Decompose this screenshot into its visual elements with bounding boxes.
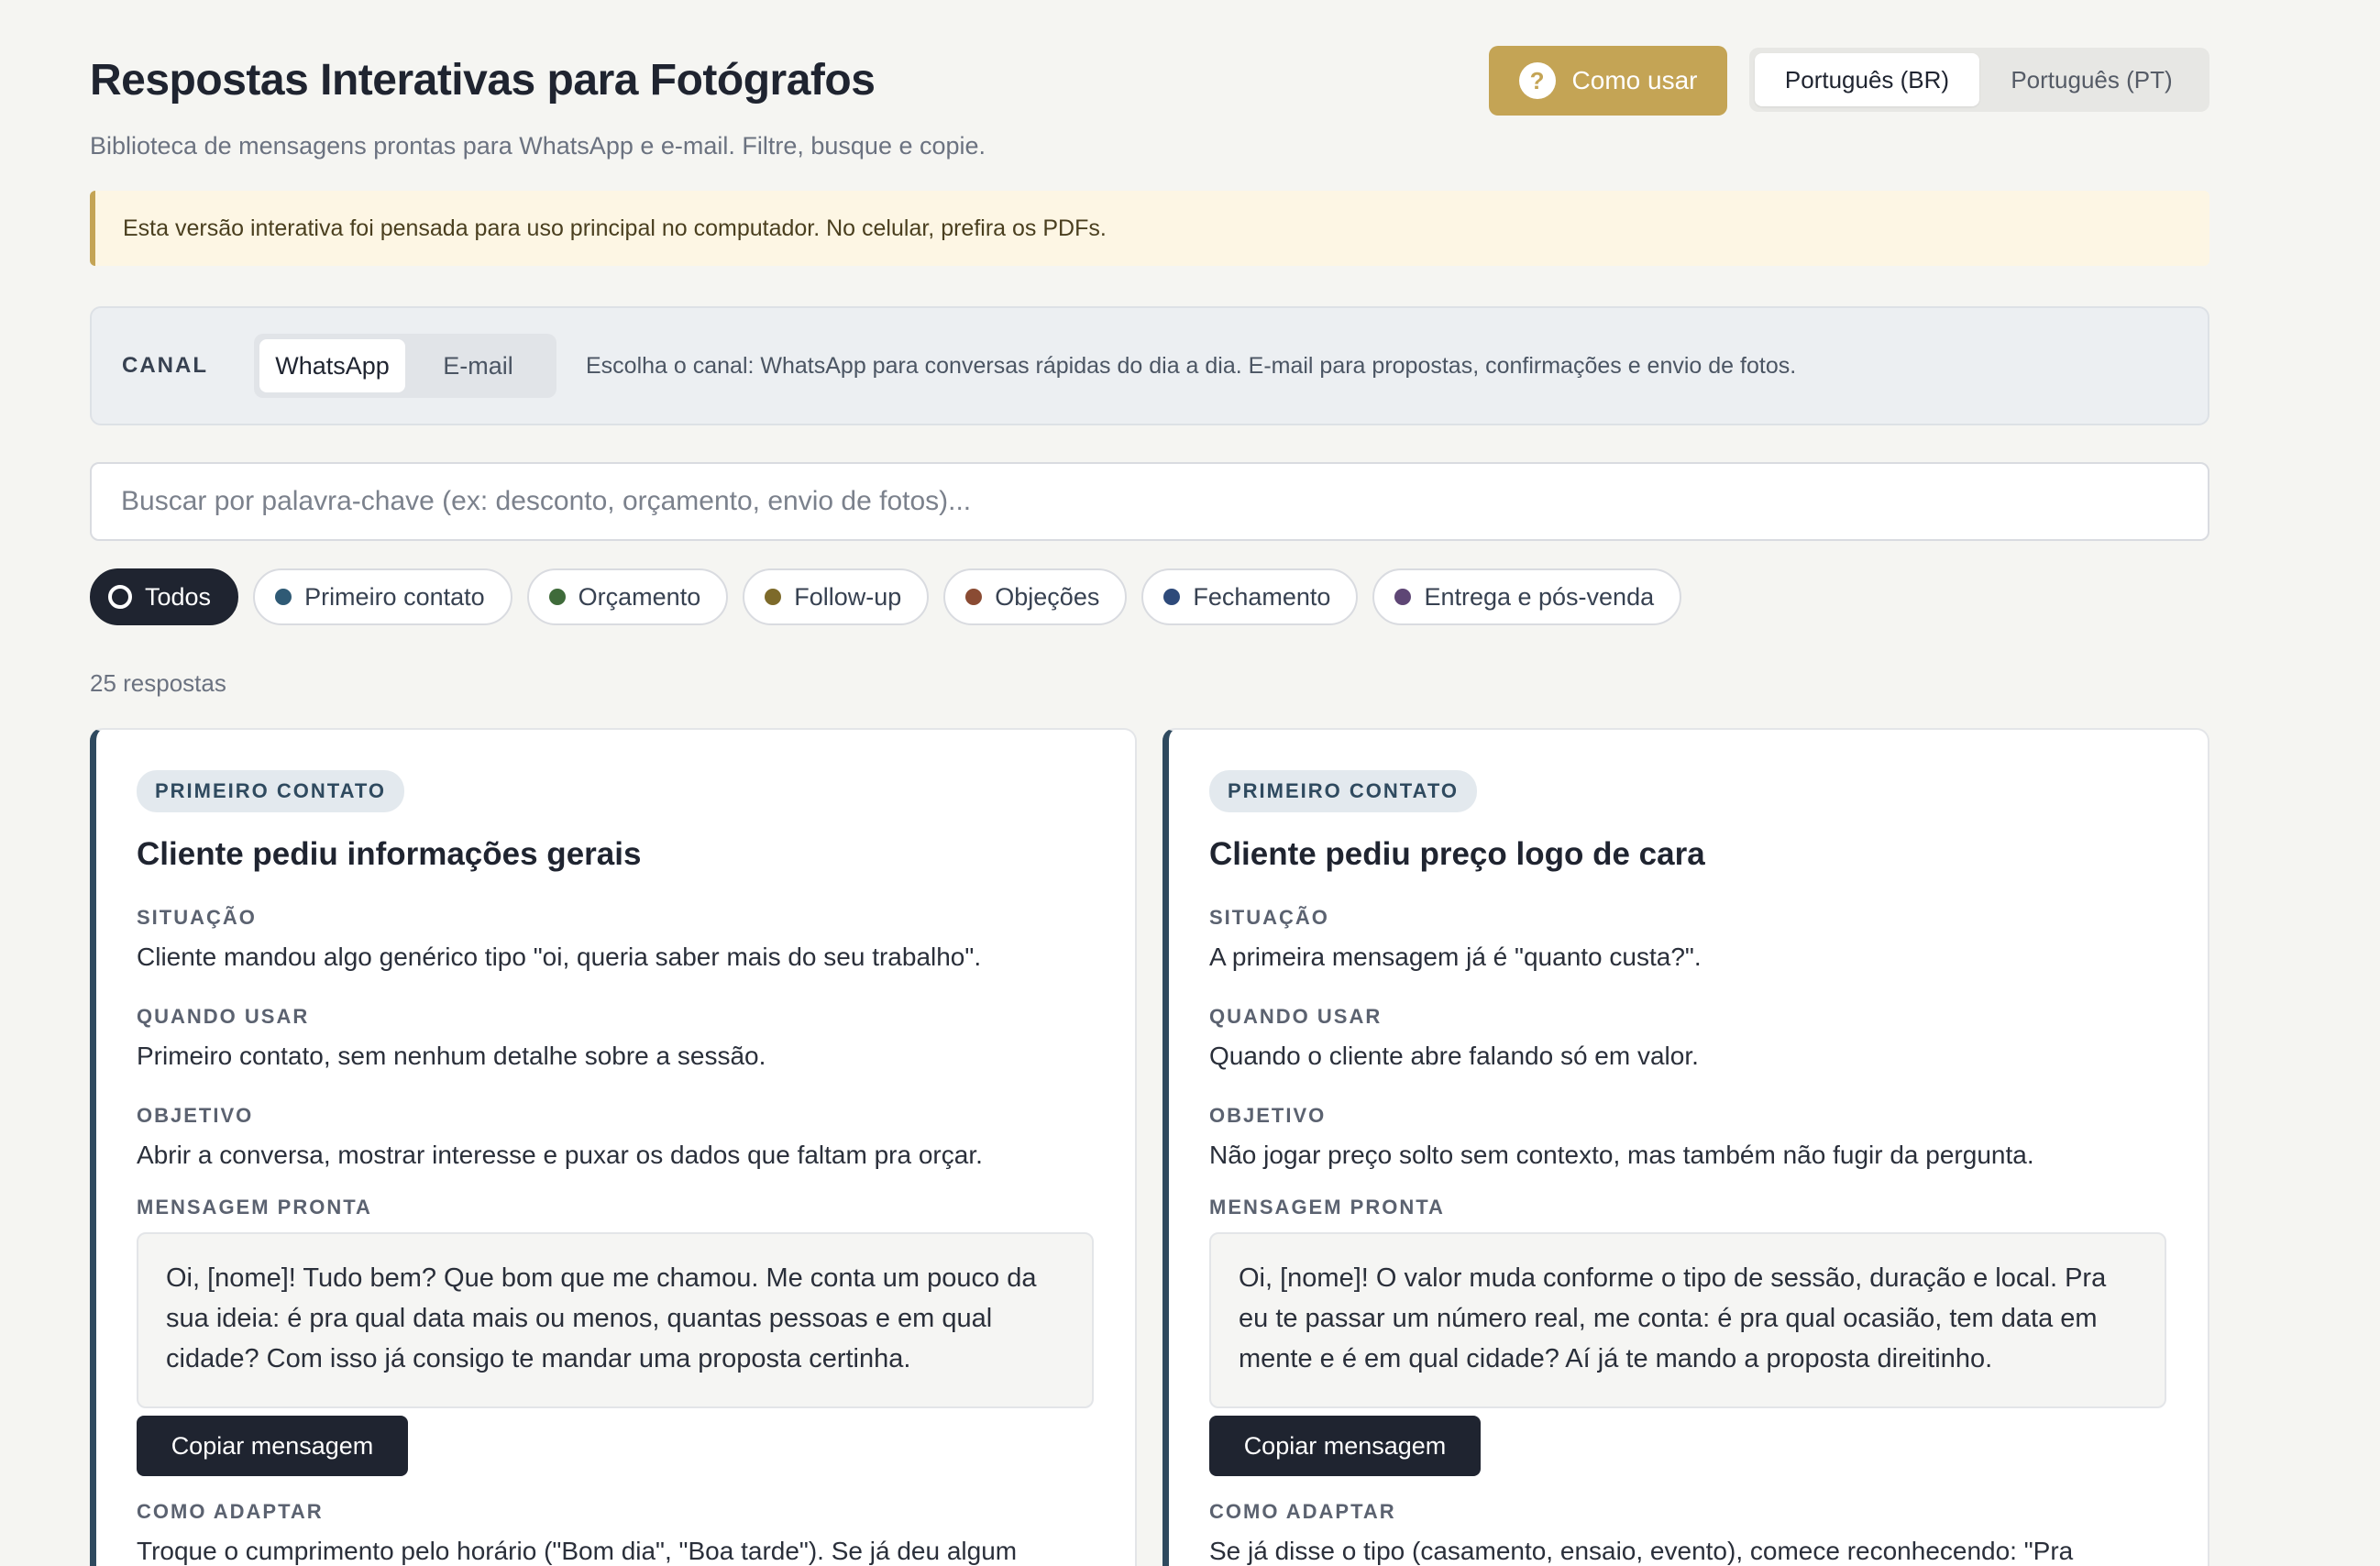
when-label: QUANDO USAR [1209, 1005, 1383, 1028]
filter-chip-delivery[interactable]: Entrega e pós-venda [1372, 568, 1682, 625]
category-dot-icon [548, 589, 566, 605]
results-count: 25 respostas [90, 669, 226, 697]
card-title: Cliente pediu informações gerais [137, 836, 642, 872]
message-label: MENSAGEM PRONTA [1209, 1196, 1445, 1219]
filter-label: Objeções [995, 582, 1100, 611]
language-toggle: Português (BR) Português (PT) [1749, 48, 2209, 112]
how-to-use-button[interactable]: ? Como usar [1489, 46, 1727, 116]
filter-chip-first-contact[interactable]: Primeiro contato [253, 568, 512, 625]
adapt-label: COMO ADAPTAR [137, 1500, 324, 1523]
page-title: Respostas Interativas para Fotógrafos [90, 56, 876, 105]
category-dot-icon [1163, 589, 1181, 605]
channel-toggle: WhatsApp E-mail [254, 334, 556, 398]
language-option-pt-pt[interactable]: Português (PT) [1979, 53, 2204, 106]
channel-option-whatsapp[interactable]: WhatsApp [259, 339, 405, 392]
how-to-use-label: Como usar [1571, 66, 1698, 94]
channel-description: Escolha o canal: WhatsApp para conversas… [586, 352, 1797, 379]
page-subtitle: Biblioteca de mensagens prontas para Wha… [90, 132, 986, 160]
header: Respostas Interativas para Fotógrafos Bi… [90, 0, 2209, 174]
adapt-text: Se já disse o tipo (casamento, ensaio, e… [1209, 1537, 2074, 1565]
situation-text: A primeira mensagem já é "quanto custa?"… [1209, 943, 1702, 971]
filter-label: Follow-up [794, 582, 902, 611]
notice-text: Esta versão interativa foi pensada para … [123, 215, 1107, 241]
situation-label: SITUAÇÃO [137, 906, 257, 929]
category-dot-icon [275, 589, 292, 605]
channel-option-email[interactable]: E-mail [405, 339, 551, 392]
goal-text: Não jogar preço solto sem contexto, mas … [1209, 1141, 2034, 1169]
category-dot-icon [765, 589, 782, 605]
filter-label: Fechamento [1193, 582, 1331, 611]
filter-chip-follow-up[interactable]: Follow-up [743, 568, 930, 625]
response-card: PRIMEIRO CONTATO Cliente pediu informaçõ… [90, 728, 1137, 1566]
filter-chip-quote[interactable]: Orçamento [526, 568, 729, 625]
ready-message: Oi, [nome]! O valor muda conforme o tipo… [1209, 1232, 2166, 1408]
page: Respostas Interativas para Fotógrafos Bi… [90, 0, 2209, 1566]
category-badge: PRIMEIRO CONTATO [137, 770, 404, 812]
goal-label: OBJETIVO [1209, 1104, 1327, 1127]
situation-label: SITUAÇÃO [1209, 906, 1329, 929]
copy-message-button[interactable]: Copiar mensagem [1209, 1416, 1481, 1476]
filter-chip-objections[interactable]: Objeções [943, 568, 1128, 625]
category-dot-icon [965, 589, 983, 605]
message-label: MENSAGEM PRONTA [137, 1196, 372, 1219]
filter-label: Entrega e pós-venda [1424, 582, 1655, 611]
filter-label: Orçamento [578, 582, 701, 611]
desktop-notice: Esta versão interativa foi pensada para … [90, 191, 2209, 266]
all-ring-icon [108, 585, 132, 609]
adapt-label: COMO ADAPTAR [1209, 1500, 1396, 1523]
situation-text: Cliente mandou algo genérico tipo "oi, q… [137, 943, 982, 971]
response-card: PRIMEIRO CONTATO Cliente pediu preço log… [1162, 728, 2209, 1566]
when-text: Quando o cliente abre falando só em valo… [1209, 1042, 1699, 1070]
goal-label: OBJETIVO [137, 1104, 254, 1127]
filter-chip-all[interactable]: Todos [90, 568, 239, 625]
copy-message-button[interactable]: Copiar mensagem [137, 1416, 408, 1476]
search-input[interactable] [90, 462, 2209, 541]
goal-text: Abrir a conversa, mostrar interesse e pu… [137, 1141, 983, 1169]
when-text: Primeiro contato, sem nenhum detalhe sob… [137, 1042, 766, 1070]
ready-message: Oi, [nome]! Tudo bem? Que bom que me cha… [137, 1232, 1094, 1408]
question-icon: ? [1518, 62, 1556, 99]
channel-panel: CANAL WhatsApp E-mail Escolha o canal: W… [90, 306, 2209, 425]
language-option-pt-br[interactable]: Português (BR) [1755, 53, 1979, 106]
filter-label: Todos [145, 582, 212, 611]
filter-label: Primeiro contato [304, 582, 485, 611]
category-filters: Todos Primeiro contato Orçamento Follow-… [90, 568, 1682, 625]
channel-label: CANAL [122, 353, 208, 378]
category-badge: PRIMEIRO CONTATO [1209, 770, 1477, 812]
when-label: QUANDO USAR [137, 1005, 310, 1028]
adapt-text: Troque o cumprimento pelo horário ("Bom … [137, 1537, 1018, 1565]
category-dot-icon [1394, 589, 1412, 605]
filter-chip-closing[interactable]: Fechamento [1141, 568, 1359, 625]
card-title: Cliente pediu preço logo de cara [1209, 836, 1705, 872]
